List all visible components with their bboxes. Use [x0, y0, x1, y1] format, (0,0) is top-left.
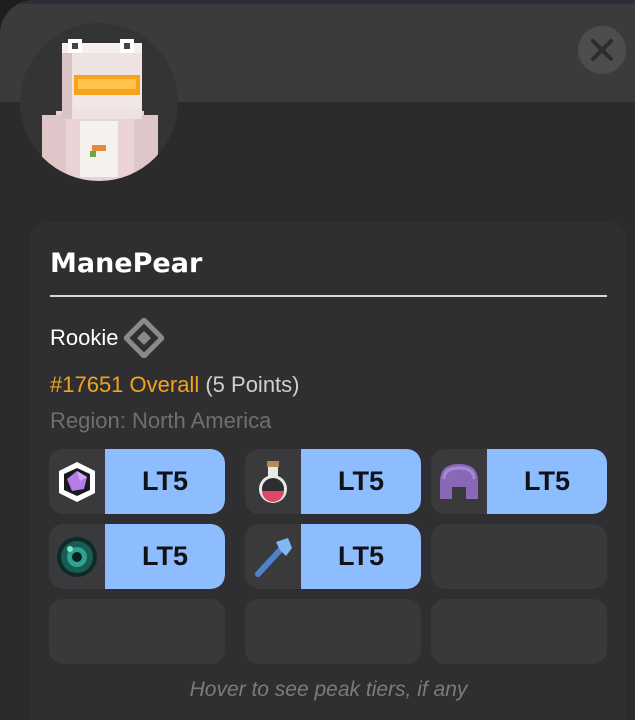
- tier-slot[interactable]: LT5: [49, 524, 225, 589]
- tier-icon-area: [431, 449, 487, 514]
- close-icon: [591, 39, 613, 61]
- region: Region: North America: [50, 408, 272, 433]
- points: (5 Points): [205, 372, 300, 397]
- player-name: ManePear: [50, 248, 203, 279]
- tier-badge: LT5: [105, 449, 225, 514]
- tier-badge: LT5: [301, 524, 421, 589]
- tier-slot[interactable]: LT5: [245, 524, 421, 589]
- crystal-icon: [59, 461, 95, 502]
- empty-tier-slot: [431, 599, 607, 664]
- tier-slot[interactable]: LT5: [431, 449, 607, 514]
- overall-rank: #17651 Overall: [50, 372, 200, 397]
- empty-tier-slot: [49, 599, 225, 664]
- tier-icon-area: [49, 524, 105, 589]
- tier-icon-area: [245, 524, 301, 589]
- tier-icon-area: [49, 449, 105, 514]
- potion-icon: [259, 460, 287, 503]
- close-button[interactable]: [578, 26, 626, 74]
- rookie-rank-icon: [124, 318, 165, 358]
- background-strip: [0, 0, 635, 4]
- overall-row: #17651 Overall (5 Points): [50, 372, 300, 398]
- tier-badge: LT5: [301, 449, 421, 514]
- ender-pearl-icon: [57, 536, 97, 577]
- profile-modal: ManePear Rookie #17651 Overall (5 Points…: [0, 0, 635, 720]
- tier-slot[interactable]: LT5: [245, 449, 421, 514]
- divider: [50, 295, 607, 297]
- rank-title: Rookie: [50, 325, 119, 350]
- footer-hint: Hover to see peak tiers, if any: [189, 678, 468, 701]
- empty-tier-slot: [245, 599, 421, 664]
- axe-icon: [255, 537, 292, 577]
- tier-icon-area: [245, 449, 301, 514]
- rank-row: Rookie: [50, 318, 165, 358]
- helmet-icon: [440, 463, 478, 499]
- player-skin-icon: [42, 39, 158, 181]
- tier-badge: LT5: [105, 524, 225, 589]
- empty-tier-slot: [431, 524, 607, 589]
- avatar: [20, 23, 178, 181]
- tier-slot[interactable]: LT5: [49, 449, 225, 514]
- tier-badge: LT5: [487, 449, 607, 514]
